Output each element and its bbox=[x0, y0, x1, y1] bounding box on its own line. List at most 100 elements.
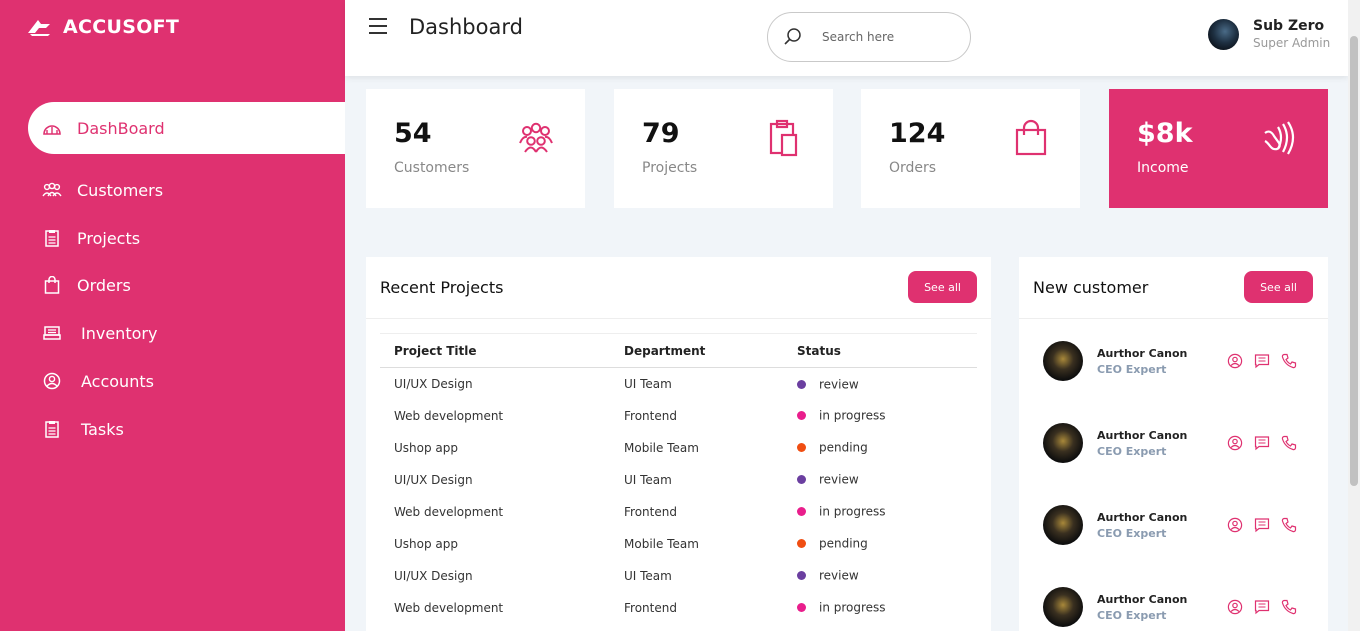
sidebar-item-label: DashBoard bbox=[77, 118, 165, 138]
status-cell: in progress bbox=[797, 496, 977, 528]
status-text: review bbox=[819, 377, 859, 391]
project-title-cell: UI/UX Design bbox=[394, 376, 473, 391]
sidebar-item-label: Tasks bbox=[81, 419, 124, 439]
shopping-bag-icon bbox=[1015, 119, 1047, 156]
stat-label: Income bbox=[1137, 160, 1189, 176]
customers-icon bbox=[42, 180, 62, 200]
stat-label: Orders bbox=[889, 160, 937, 176]
avatar[interactable] bbox=[1208, 18, 1239, 50]
sidebar-item-inventory[interactable]: Inventory bbox=[28, 307, 345, 359]
stat-card-customers[interactable]: 54 Customers bbox=[366, 89, 585, 208]
table-row[interactable]: UI/UX Design UI Team review bbox=[380, 368, 977, 400]
dashboard-icon bbox=[42, 118, 62, 138]
sidebar-item-customers[interactable]: Customers bbox=[28, 164, 345, 216]
message-icon[interactable] bbox=[1254, 435, 1270, 451]
status-dot bbox=[797, 379, 806, 389]
customer-list-item[interactable]: Aurthor Canon CEO Expert bbox=[1043, 587, 1313, 627]
message-icon[interactable] bbox=[1254, 517, 1270, 533]
sidebar-item-orders[interactable]: Orders bbox=[28, 259, 345, 311]
status-cell: in progress bbox=[797, 592, 977, 624]
sidebar-item-label: Accounts bbox=[81, 371, 154, 391]
department-cell: Mobile Team bbox=[624, 440, 699, 455]
stat-card-income[interactable]: $8k Income bbox=[1109, 89, 1328, 208]
column-header-status[interactable]: Status bbox=[797, 333, 977, 368]
search-box[interactable] bbox=[767, 12, 971, 62]
user-role: Super Admin bbox=[1253, 36, 1331, 50]
profile-icon[interactable] bbox=[1227, 599, 1243, 615]
sidebar-item-projects[interactable]: Projects bbox=[28, 212, 345, 264]
table-row[interactable]: Web development Frontend in progress bbox=[380, 592, 977, 624]
top-bar: Dashboard Sub Zero Super Admin bbox=[345, 0, 1348, 76]
department-cell: UI Team bbox=[624, 568, 672, 583]
projects-table: Project Title Department Status UI/UX De… bbox=[380, 333, 977, 624]
status-dot bbox=[797, 507, 806, 517]
sidebar-item-label: Projects bbox=[77, 228, 141, 248]
search-icon[interactable] bbox=[782, 26, 804, 48]
project-title-cell: Web development bbox=[394, 408, 504, 423]
table-row[interactable]: Ushop app Mobile Team pending bbox=[380, 432, 977, 464]
customer-name: Aurthor Canon bbox=[1097, 346, 1188, 360]
department-cell: Frontend bbox=[624, 408, 677, 423]
customer-role: CEO Expert bbox=[1097, 608, 1167, 622]
avatar[interactable] bbox=[1043, 423, 1083, 463]
scrollbar-thumb[interactable] bbox=[1350, 36, 1358, 486]
user-name: Sub Zero bbox=[1253, 18, 1325, 34]
status-text: pending bbox=[819, 536, 868, 551]
customer-name: Aurthor Canon bbox=[1097, 428, 1188, 442]
column-header-project-title[interactable]: Project Title bbox=[380, 333, 624, 368]
customer-list-item[interactable]: Aurthor Canon CEO Expert bbox=[1043, 423, 1313, 463]
phone-icon[interactable] bbox=[1281, 353, 1297, 369]
menu-toggle-icon[interactable] bbox=[368, 17, 388, 35]
stat-value: 124 bbox=[889, 118, 946, 149]
sidebar-item-label: Customers bbox=[77, 180, 164, 200]
stat-card-orders[interactable]: 124 Orders bbox=[861, 89, 1080, 208]
sidebar-item-dashboard[interactable]: DashBoard bbox=[28, 102, 345, 154]
table-row[interactable]: UI/UX Design UI Team review bbox=[380, 560, 977, 592]
sidebar-item-label: Orders bbox=[77, 275, 131, 295]
status-text: review bbox=[819, 472, 859, 487]
clipboard-icon bbox=[769, 119, 798, 157]
message-icon[interactable] bbox=[1254, 353, 1270, 369]
table-row[interactable]: Ushop app Mobile Team pending bbox=[380, 528, 977, 560]
status-cell: review bbox=[797, 560, 977, 592]
column-header-department[interactable]: Department bbox=[624, 333, 797, 368]
customers-see-all-button[interactable]: See all bbox=[1244, 271, 1313, 303]
status-text: pending bbox=[819, 440, 868, 455]
stat-card-projects[interactable]: 79 Projects bbox=[614, 89, 833, 208]
profile-icon[interactable] bbox=[1227, 353, 1243, 369]
table-row[interactable]: Web development Frontend in progress bbox=[380, 496, 977, 528]
orders-icon bbox=[42, 275, 62, 295]
sidebar-item-accounts[interactable]: Accounts bbox=[28, 355, 345, 407]
avatar[interactable] bbox=[1043, 587, 1083, 627]
profile-icon[interactable] bbox=[1227, 435, 1243, 451]
customer-role: CEO Expert bbox=[1097, 444, 1167, 458]
message-icon[interactable] bbox=[1254, 599, 1270, 615]
phone-icon[interactable] bbox=[1281, 435, 1297, 451]
people-group-icon bbox=[519, 122, 553, 153]
projects-see-all-button[interactable]: See all bbox=[908, 271, 977, 303]
page-title: Dashboard bbox=[409, 15, 523, 39]
sidebar-item-tasks[interactable]: Tasks bbox=[28, 403, 345, 455]
brand[interactable]: ACCUSOFT bbox=[26, 14, 179, 40]
phone-icon[interactable] bbox=[1281, 599, 1297, 615]
department-cell: UI Team bbox=[624, 376, 672, 391]
projects-icon bbox=[42, 228, 62, 248]
customer-name: Aurthor Canon bbox=[1097, 592, 1188, 606]
table-row[interactable]: Web development Frontend in progress bbox=[380, 400, 977, 432]
avatar[interactable] bbox=[1043, 505, 1083, 545]
brand-logo-icon bbox=[28, 20, 50, 36]
status-text: review bbox=[819, 568, 859, 583]
avatar[interactable] bbox=[1043, 341, 1083, 381]
status-dot bbox=[797, 411, 806, 421]
table-row[interactable]: UI/UX Design UI Team review bbox=[380, 464, 977, 496]
user-profile[interactable]: Sub Zero Super Admin bbox=[1208, 18, 1330, 50]
stat-label: Customers bbox=[394, 160, 470, 176]
search-input[interactable] bbox=[822, 30, 952, 44]
customer-list-item[interactable]: Aurthor Canon CEO Expert bbox=[1043, 341, 1313, 381]
customer-list-item[interactable]: Aurthor Canon CEO Expert bbox=[1043, 505, 1313, 545]
accounts-icon bbox=[42, 371, 62, 391]
phone-icon[interactable] bbox=[1281, 517, 1297, 533]
status-cell: pending bbox=[797, 432, 977, 464]
profile-icon[interactable] bbox=[1227, 517, 1243, 533]
status-cell: review bbox=[797, 368, 977, 400]
